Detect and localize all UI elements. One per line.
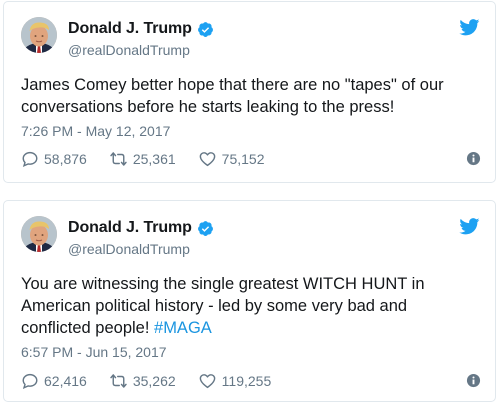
verified-badge-icon (197, 220, 214, 237)
info-icon[interactable] (466, 373, 481, 388)
author-handle[interactable]: @realDonaldTrump (68, 241, 190, 257)
avatar[interactable] (21, 216, 57, 252)
retweet-count: 35,262 (132, 373, 176, 389)
retweet-button[interactable]: 35,262 (109, 372, 176, 390)
twitter-bird-icon[interactable] (459, 218, 480, 235)
avatar-photo (21, 17, 57, 53)
tweet-actions: 62,416 35,262 119,255 (21, 371, 481, 391)
retweet-button[interactable]: 25,361 (109, 150, 176, 168)
avatar[interactable] (21, 17, 57, 53)
retweet-icon (110, 152, 127, 166)
hashtag-link[interactable]: #MAGA (154, 319, 212, 337)
reply-count: 62,416 (44, 373, 87, 389)
heart-icon (199, 374, 215, 389)
tweet-text-body: James Comey better hope that there are n… (21, 76, 444, 116)
like-count: 119,255 (221, 373, 272, 389)
reply-button[interactable]: 62,416 (21, 372, 87, 390)
reply-count: 58,876 (44, 151, 87, 167)
tweet-actions: 58,876 25,361 75,152 (21, 149, 481, 169)
author-name-row: Donald J. Trump (68, 218, 214, 238)
author-name-row: Donald J. Trump (68, 19, 214, 39)
tweet-timestamp[interactable]: 7:26 PM - May 12, 2017 (21, 123, 170, 139)
retweet-count: 25,361 (132, 151, 176, 167)
reply-icon (22, 373, 38, 390)
tweet-text: James Comey better hope that there are n… (21, 74, 481, 118)
like-count: 75,152 (221, 151, 265, 167)
info-icon[interactable] (466, 151, 481, 166)
retweet-icon (110, 374, 127, 388)
reply-icon (22, 151, 38, 168)
author-handle[interactable]: @realDonaldTrump (68, 42, 190, 58)
like-button[interactable]: 119,255 (198, 372, 272, 390)
twitter-bird-icon[interactable] (459, 19, 480, 36)
verified-badge-icon (197, 21, 214, 38)
reply-button[interactable]: 58,876 (21, 150, 87, 168)
heart-icon (199, 152, 215, 167)
avatar-photo (21, 216, 57, 252)
like-button[interactable]: 75,152 (198, 150, 265, 168)
tweet-text-body: You are witnessing the single greatest W… (21, 275, 425, 337)
tweet-timestamp[interactable]: 6:57 PM - Jun 15, 2017 (21, 344, 167, 360)
tweet-card[interactable]: Donald J. Trump @realDonaldTrump You are… (3, 200, 496, 402)
author-display-name[interactable]: Donald J. Trump (68, 219, 192, 237)
tweet-card[interactable]: Donald J. Trump @realDonaldTrump James C… (3, 1, 496, 183)
tweet-text: You are witnessing the single greatest W… (21, 273, 481, 339)
author-display-name[interactable]: Donald J. Trump (68, 20, 192, 38)
